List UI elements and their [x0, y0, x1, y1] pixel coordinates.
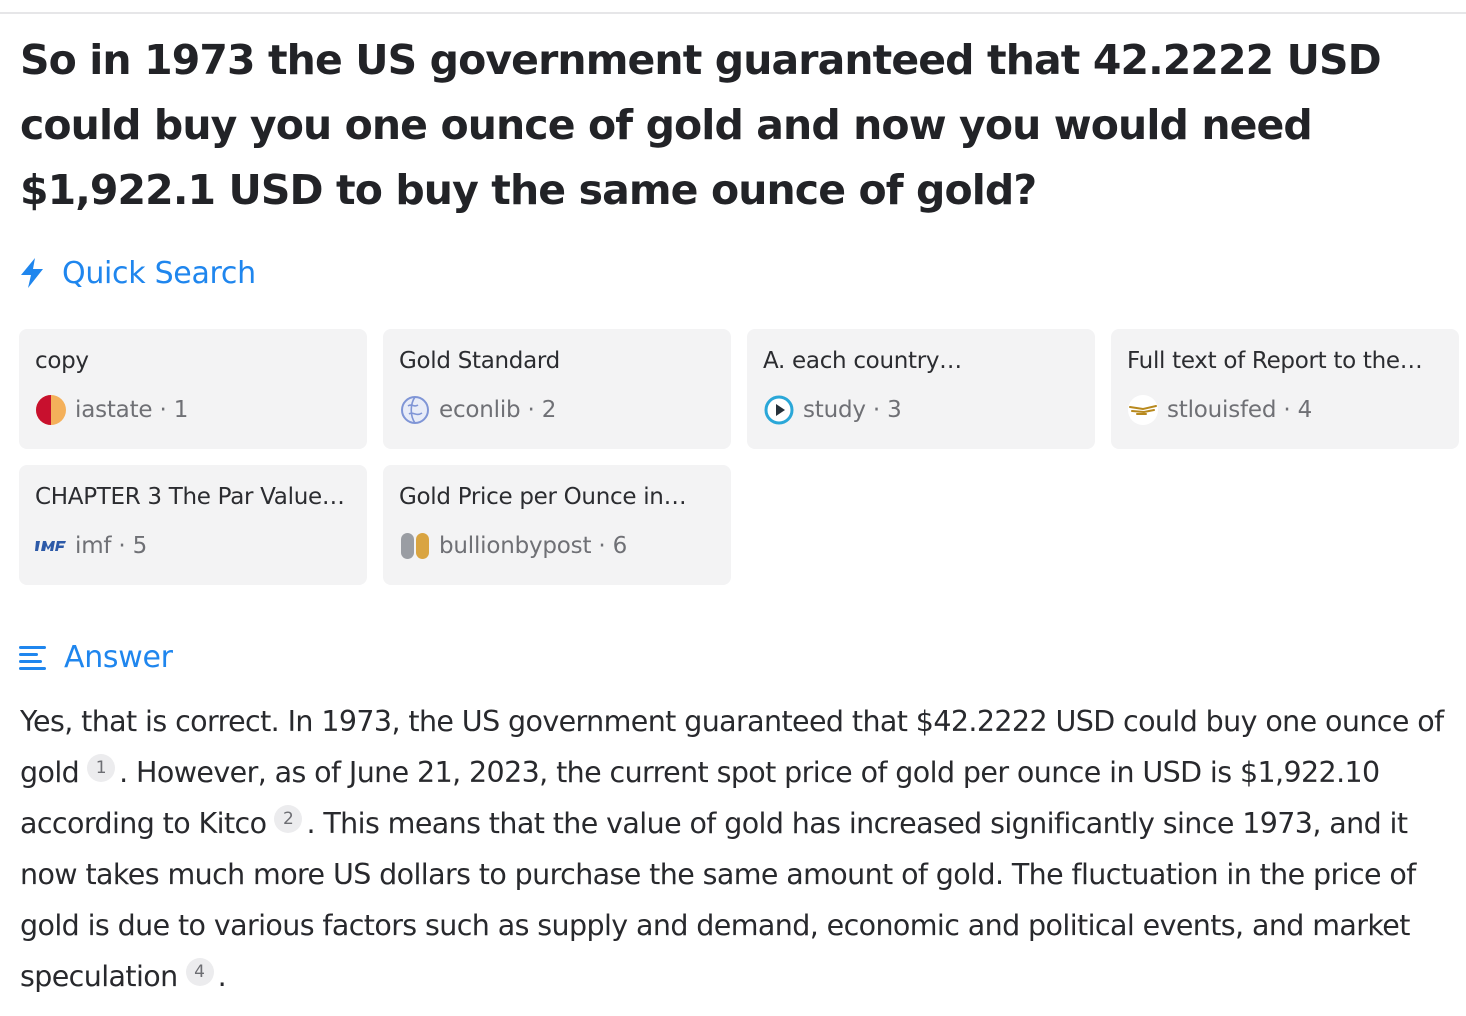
source-card-econlib[interactable]: Gold Standard econlib · 2 [383, 329, 731, 449]
source-card-study[interactable]: A. each country… study · 3 [747, 329, 1095, 449]
separator-dot: · [1276, 397, 1298, 423]
top-divider [0, 12, 1466, 14]
source-card-meta: econlib · 2 [399, 394, 715, 426]
source-card-meta: bullionbypost · 6 [399, 530, 715, 562]
source-card-title: Full text of Report to the… [1127, 348, 1423, 374]
source-card-title: Gold Price per Ounce in… [399, 484, 687, 510]
eagle-icon [1127, 394, 1159, 426]
source-name: iastate [75, 397, 153, 423]
separator-dot: · [591, 533, 613, 559]
source-card-stlouisfed[interactable]: Full text of Report to the… stlouisfed ·… [1111, 329, 1459, 449]
source-name: imf [75, 533, 112, 559]
source-card-imf[interactable]: CHAPTER 3 The Par Value… imf · 5 [19, 465, 367, 585]
source-number: 5 [132, 533, 148, 559]
separator-dot: · [111, 533, 133, 559]
source-name: econlib [439, 397, 521, 423]
lightning-icon [18, 257, 46, 289]
source-number: 1 [173, 397, 189, 423]
play-circle-icon [763, 394, 795, 426]
source-card-title: Gold Standard [399, 348, 560, 374]
answer-segment: . [217, 960, 227, 993]
text-lines-icon [18, 643, 48, 671]
quick-search-label: Quick Search [62, 255, 256, 291]
iastate-logo-icon [35, 394, 67, 426]
source-cards: copy iastate · 1 Gold Standard econlib ·… [19, 329, 1459, 585]
source-card-meta: iastate · 1 [35, 394, 351, 426]
separator-dot: · [520, 397, 542, 423]
answer-text: Yes, that is correct. In 1973, the US go… [20, 696, 1456, 1002]
bullion-logo-icon [399, 530, 431, 562]
source-card-meta: imf · 5 [35, 530, 351, 562]
source-number: 2 [541, 397, 557, 423]
source-card-bullionbypost[interactable]: Gold Price per Ounce in… bullionbypost ·… [383, 465, 731, 585]
question-title: So in 1973 the US government guaranteed … [20, 36, 1382, 214]
imf-logo-icon [35, 530, 67, 562]
globe-icon [399, 394, 431, 426]
source-number: 6 [612, 533, 628, 559]
source-name: stlouisfed [1167, 397, 1277, 423]
source-number: 3 [887, 397, 902, 423]
source-card-title: A. each country… [763, 348, 962, 374]
quick-search-header: Quick Search [18, 252, 256, 294]
source-card-iastate[interactable]: copy iastate · 1 [19, 329, 367, 449]
citation-badge[interactable]: 2 [274, 805, 303, 833]
citation-badge[interactable]: 4 [185, 958, 214, 986]
answer-label: Answer [64, 639, 173, 675]
source-name: bullionbypost [439, 533, 592, 559]
separator-dot: · [152, 397, 174, 423]
source-name: study [803, 397, 866, 423]
source-card-title: CHAPTER 3 The Par Value… [35, 484, 345, 510]
source-card-title: copy [35, 348, 89, 374]
source-card-meta: stlouisfed · 4 [1127, 394, 1443, 426]
source-number: 4 [1297, 397, 1313, 423]
citation-badge[interactable]: 1 [87, 754, 116, 782]
source-card-meta: study · 3 [763, 394, 1079, 426]
answer-header: Answer [18, 636, 173, 678]
separator-dot: · [865, 397, 888, 423]
